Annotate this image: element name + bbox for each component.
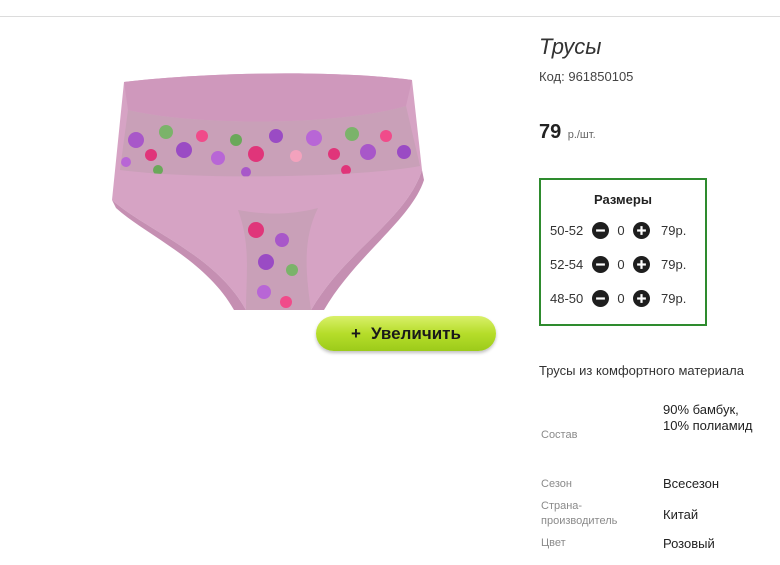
product-code-value: 961850105: [568, 69, 634, 84]
property-label: Цвет: [541, 537, 566, 549]
decrement-button[interactable]: [592, 289, 609, 307]
sizes-panel: Размеры 50-52 0 79р. 52-54 0 79р. 48-50 …: [539, 178, 707, 326]
property-label: Сезон: [541, 478, 572, 490]
product-price: 79 р./шт.: [539, 121, 596, 144]
plus-icon: [637, 293, 646, 303]
size-label: 52-54: [550, 256, 584, 272]
product-description: Трусы из комфортного материала: [539, 363, 744, 378]
quantity-value[interactable]: 0: [609, 257, 633, 272]
property-label: Страна-производитель: [541, 500, 618, 527]
plus-icon: +: [351, 323, 361, 343]
minus-icon: [596, 296, 605, 300]
zoom-button[interactable]: + Увеличить: [316, 316, 496, 351]
increment-button[interactable]: [633, 221, 650, 239]
product-code: Код: 961850105: [539, 69, 633, 84]
size-label: 50-52: [550, 222, 584, 238]
size-row: 50-52 0 79р.: [550, 220, 686, 240]
product-image[interactable]: [106, 70, 434, 320]
minus-icon: [596, 228, 605, 232]
decrement-button[interactable]: [592, 255, 609, 273]
size-price: 79р.: [661, 222, 687, 238]
quantity-value[interactable]: 0: [609, 223, 633, 238]
zoom-button-label: Увеличить: [370, 323, 461, 343]
top-divider: [0, 16, 780, 17]
property-label: Состав: [541, 429, 578, 441]
size-row: 48-50 0 79р.: [550, 288, 686, 308]
plus-icon: [637, 259, 646, 269]
quantity-value[interactable]: 0: [609, 291, 633, 306]
size-row: 52-54 0 79р.: [550, 254, 686, 274]
property-value: Всесезон: [663, 476, 720, 491]
property-value: 90% бамбук, 10% полиамид: [663, 402, 753, 433]
minus-icon: [596, 262, 605, 266]
price-value: 79: [539, 121, 562, 143]
increment-button[interactable]: [633, 289, 650, 307]
size-price: 79р.: [661, 290, 687, 306]
plus-icon: [637, 225, 646, 235]
size-label: 48-50: [550, 290, 584, 306]
sizes-title: Размеры: [594, 192, 652, 207]
property-value: Китай: [663, 507, 699, 522]
increment-button[interactable]: [633, 255, 650, 273]
decrement-button[interactable]: [592, 221, 609, 239]
price-unit: р./шт.: [567, 129, 596, 141]
product-code-label: Код:: [539, 69, 565, 84]
property-value: Розовый: [663, 536, 715, 551]
product-title: Трусы: [539, 34, 602, 59]
size-price: 79р.: [661, 256, 687, 272]
